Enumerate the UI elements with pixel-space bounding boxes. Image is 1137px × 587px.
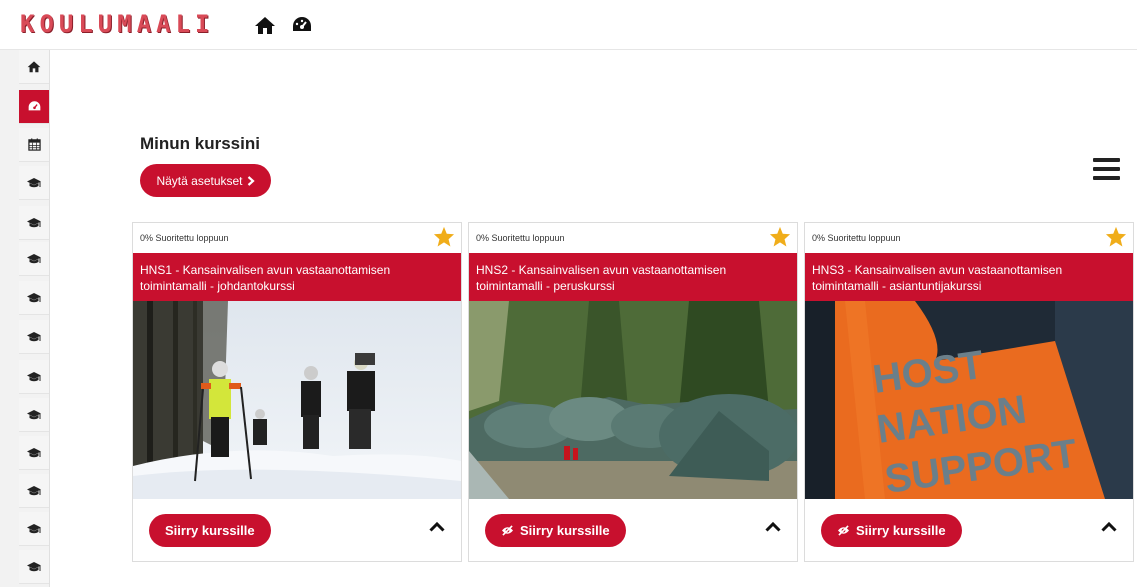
- graduation-cap-icon: [27, 485, 41, 495]
- course-title-line: toimintamalli - johdantokurssi: [140, 279, 295, 293]
- home-icon[interactable]: [252, 12, 278, 38]
- course-title[interactable]: HNS1 - Kansainvalisen avun vastaanottami…: [133, 253, 461, 301]
- sidebar-item-calendar[interactable]: [19, 128, 49, 162]
- star-icon[interactable]: [433, 226, 455, 247]
- sidebar-item-course[interactable]: [19, 166, 49, 200]
- course-progress: 0% Suoritettu loppuun: [140, 233, 229, 243]
- graduation-cap-icon: [27, 371, 41, 381]
- go-to-course-button[interactable]: Siirry kurssille: [821, 514, 962, 547]
- star-icon[interactable]: [1105, 226, 1127, 247]
- graduation-cap-icon: [27, 177, 41, 187]
- sidebar-item-course[interactable]: [19, 281, 49, 315]
- go-to-course-label: Siirry kurssille: [856, 523, 946, 538]
- sidebar-item-dashboard[interactable]: [19, 90, 49, 124]
- eye-slash-icon: [838, 525, 849, 536]
- chevron-up-icon[interactable]: [429, 521, 445, 532]
- course-title-line: HNS1 - Kansainvalisen avun vastaanottami…: [140, 263, 391, 277]
- graduation-cap-icon: [27, 253, 41, 263]
- graduation-cap-icon: [27, 292, 41, 302]
- dashboard-icon[interactable]: [289, 12, 315, 38]
- sidebar-item-course[interactable]: [19, 242, 49, 276]
- show-settings-label: Näytä asetukset: [156, 173, 243, 188]
- app-logo[interactable]: KOULUMAALI: [20, 10, 215, 38]
- course-title[interactable]: HNS3 - Kansainvalisen avun vastaanottami…: [805, 253, 1133, 301]
- go-to-course-button[interactable]: Siirry kurssille: [149, 514, 271, 547]
- graduation-cap-icon: [27, 217, 41, 227]
- go-to-course-label: Siirry kurssille: [520, 523, 610, 538]
- home-icon: [27, 61, 41, 73]
- chevron-right-icon: [247, 175, 255, 186]
- course-card: 0% Suoritettu loppuun HNS2 - Kansainvali…: [468, 222, 798, 562]
- course-image: [133, 301, 461, 499]
- course-title[interactable]: HNS2 - Kansainvalisen avun vastaanottami…: [469, 253, 797, 301]
- graduation-cap-icon: [27, 409, 41, 419]
- course-card: 0% Suoritettu loppuun HNS3 - Kansainvali…: [804, 222, 1134, 562]
- sidebar-item-course[interactable]: [19, 360, 49, 394]
- course-image: HOST NATION SUPPORT: [805, 301, 1133, 499]
- sidebar-item-course[interactable]: [19, 206, 49, 240]
- sidebar-item-course[interactable]: [19, 398, 49, 432]
- show-settings-button[interactable]: Näytä asetukset: [140, 164, 271, 197]
- graduation-cap-icon: [27, 447, 41, 457]
- sidebar-item-course[interactable]: [19, 474, 49, 508]
- sidebar-item-course[interactable]: [19, 512, 49, 546]
- graduation-cap-icon: [27, 331, 41, 341]
- course-image: [469, 301, 797, 499]
- hamburger-menu-icon[interactable]: [1093, 158, 1120, 182]
- sidebar-item-course[interactable]: [19, 320, 49, 354]
- dashboard-icon: [28, 101, 40, 111]
- sidebar: [0, 50, 50, 587]
- chevron-up-icon[interactable]: [1101, 521, 1117, 532]
- course-title-line: toimintamalli - peruskurssi: [476, 279, 615, 293]
- sidebar-item-course[interactable]: [19, 436, 49, 470]
- course-title-line: toimintamalli - asiantuntijakurssi: [812, 279, 982, 293]
- course-title-line: HNS3 - Kansainvalisen avun vastaanottami…: [812, 263, 1063, 277]
- top-bar: KOULUMAALI: [0, 0, 1137, 50]
- page-title: Minun kurssini: [140, 134, 260, 153]
- sidebar-item-home[interactable]: [19, 50, 49, 84]
- eye-slash-icon: [502, 525, 513, 536]
- graduation-cap-icon: [27, 561, 41, 571]
- course-progress: 0% Suoritettu loppuun: [812, 233, 901, 243]
- chevron-up-icon[interactable]: [765, 521, 781, 532]
- graduation-cap-icon: [27, 523, 41, 533]
- course-progress: 0% Suoritettu loppuun: [476, 233, 565, 243]
- star-icon[interactable]: [769, 226, 791, 247]
- course-title-line: HNS2 - Kansainvalisen avun vastaanottami…: [476, 263, 727, 277]
- go-to-course-button[interactable]: Siirry kurssille: [485, 514, 626, 547]
- go-to-course-label: Siirry kurssille: [165, 523, 255, 538]
- sidebar-item-course[interactable]: [19, 550, 49, 584]
- calendar-icon: [27, 138, 41, 151]
- course-card: 0% Suoritettu loppuun HNS1 - Kansainvali…: [132, 222, 462, 562]
